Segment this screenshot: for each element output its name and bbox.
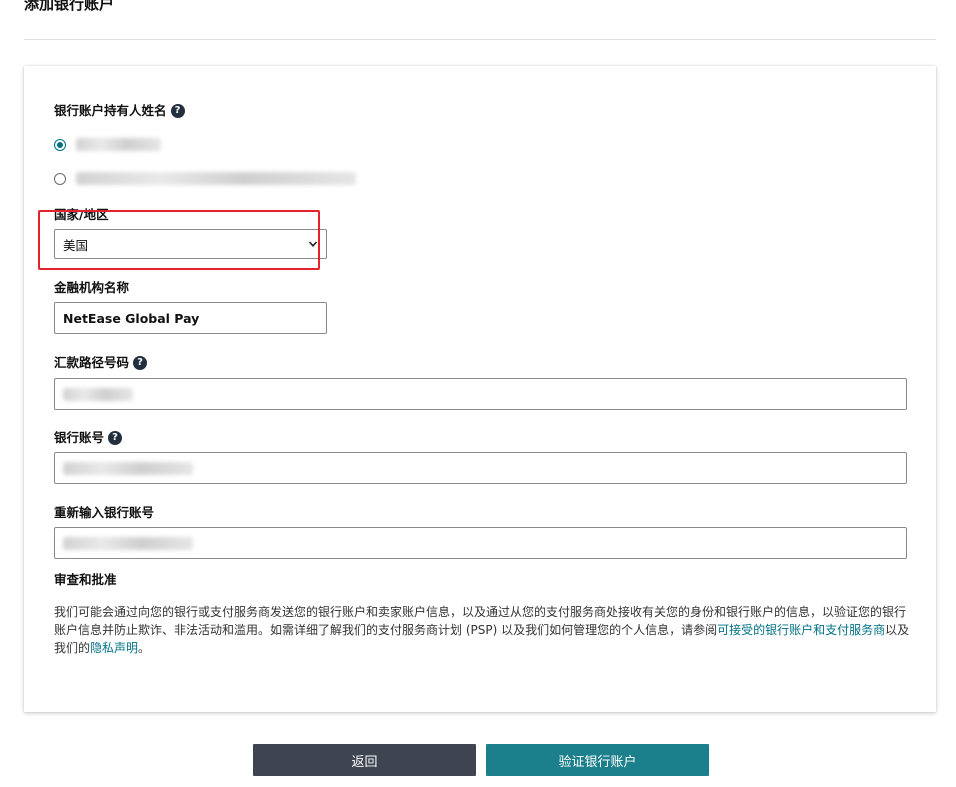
country-select[interactable]: 美国 bbox=[54, 229, 327, 259]
page-title: 添加银行账户 bbox=[24, 0, 115, 13]
redacted-holder-name-2 bbox=[76, 172, 356, 185]
privacy-notice-link[interactable]: 隐私声明 bbox=[90, 641, 138, 655]
verify-bank-account-button[interactable]: 验证银行账户 bbox=[486, 744, 709, 776]
redacted-reentered-account bbox=[63, 536, 193, 550]
reenter-account-input[interactable] bbox=[54, 527, 907, 559]
review-description: 我们可能会通过向您的银行或支付服务商发送您的银行账户和卖家账户信息，以及通过从您… bbox=[54, 603, 910, 657]
country-select-value: 美国 bbox=[63, 237, 89, 253]
holder-radio-2[interactable] bbox=[54, 172, 66, 185]
accepted-accounts-link[interactable]: 可接受的银行账户和支付服务商 bbox=[717, 623, 885, 637]
reenter-label-text: 重新输入银行账号 bbox=[54, 505, 155, 520]
holder-option-1[interactable] bbox=[54, 138, 161, 151]
holder-name-label-text: 银行账户持有人姓名 bbox=[54, 103, 167, 118]
review-heading-text: 审查和批准 bbox=[54, 572, 117, 587]
reenter-label: 重新输入银行账号 bbox=[54, 505, 154, 521]
help-icon[interactable]: ? bbox=[133, 356, 148, 370]
institution-label: 金融机构名称 bbox=[54, 280, 129, 296]
routing-input[interactable] bbox=[54, 378, 907, 410]
back-button[interactable]: 返回 bbox=[253, 744, 476, 776]
account-label: 银行账号 ? bbox=[54, 430, 123, 446]
review-heading: 审查和批准 bbox=[54, 572, 117, 588]
redacted-routing-number bbox=[63, 387, 133, 401]
title-divider bbox=[24, 39, 936, 40]
redacted-account-number bbox=[63, 461, 193, 475]
country-label-text: 国家/地区 bbox=[54, 207, 109, 222]
institution-input-value: NetEase Global Pay bbox=[63, 310, 200, 326]
country-label: 国家/地区 bbox=[54, 207, 109, 223]
account-input[interactable] bbox=[54, 452, 907, 484]
routing-label: 汇款路径号码 ? bbox=[54, 355, 148, 371]
holder-radio-1[interactable] bbox=[54, 138, 66, 151]
help-icon[interactable]: ? bbox=[108, 431, 123, 445]
chevron-down-icon bbox=[308, 241, 318, 247]
routing-label-text: 汇款路径号码 bbox=[54, 355, 130, 370]
review-text-3: 。 bbox=[138, 641, 151, 655]
help-icon[interactable]: ? bbox=[170, 104, 185, 118]
holder-name-label: 银行账户持有人姓名 ? bbox=[54, 103, 185, 119]
institution-label-text: 金融机构名称 bbox=[54, 280, 130, 295]
redacted-holder-name-1 bbox=[76, 138, 161, 151]
holder-option-2[interactable] bbox=[54, 172, 356, 185]
institution-input[interactable]: NetEase Global Pay bbox=[54, 302, 327, 334]
account-label-text: 银行账号 bbox=[54, 430, 105, 445]
